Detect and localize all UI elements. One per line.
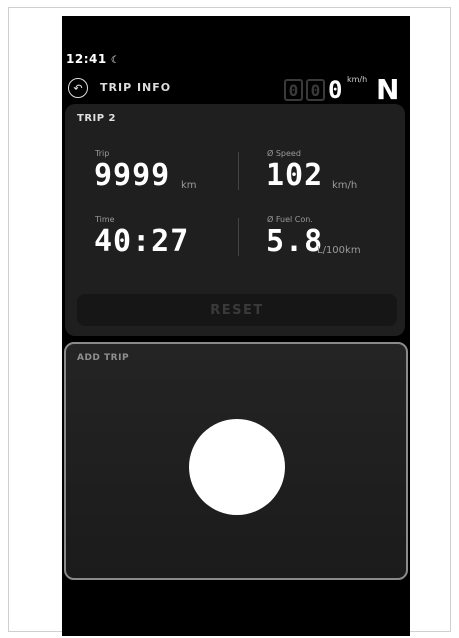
gear-indicator: N bbox=[376, 73, 400, 106]
fuel-value: 5.8 bbox=[266, 224, 324, 259]
speed-unit: km/h bbox=[347, 75, 368, 84]
divider bbox=[238, 152, 239, 190]
trip-time-label: Time bbox=[95, 215, 115, 224]
divider bbox=[238, 218, 239, 256]
trip-card: TRIP 2 Trip 9999 km Ø Speed 102 km/h Tim… bbox=[65, 104, 405, 336]
moon-icon: ☾ bbox=[110, 55, 121, 66]
trip-time-value: 40:27 bbox=[94, 224, 190, 259]
fuel-unit: L/100km bbox=[317, 245, 361, 256]
trip-distance-value: 9999 bbox=[94, 158, 171, 193]
clock: 12:41 bbox=[66, 52, 107, 66]
speed-digit: 0 bbox=[328, 76, 343, 104]
add-trip-card[interactable]: ADD TRIP bbox=[64, 342, 408, 580]
trip-distance-label: Trip bbox=[95, 149, 110, 158]
trip-distance-unit: km bbox=[181, 180, 197, 191]
device-screen: 12:41 ☾ ↶ TRIP INFO 0 0 0 km/h N TRIP 2 T… bbox=[62, 16, 410, 636]
status-bar: 12:41 ☾ bbox=[66, 52, 120, 66]
avg-speed-unit: km/h bbox=[332, 180, 358, 191]
speed-digit-inactive-1: 0 bbox=[284, 79, 303, 101]
back-button[interactable]: ↶ bbox=[68, 78, 88, 98]
fuel-label: Ø Fuel Con. bbox=[267, 215, 313, 224]
speed-digit-inactive-2: 0 bbox=[306, 79, 325, 101]
trip-label: TRIP 2 bbox=[77, 113, 117, 124]
add-trip-label: ADD TRIP bbox=[77, 353, 130, 363]
avg-speed-value: 102 bbox=[266, 158, 324, 193]
avg-speed-label: Ø Speed bbox=[267, 149, 301, 158]
reset-button[interactable]: RESET bbox=[77, 294, 397, 326]
page-title: TRIP INFO bbox=[100, 81, 172, 94]
back-arrow-icon: ↶ bbox=[73, 81, 83, 95]
add-trip-circle[interactable] bbox=[189, 419, 285, 515]
